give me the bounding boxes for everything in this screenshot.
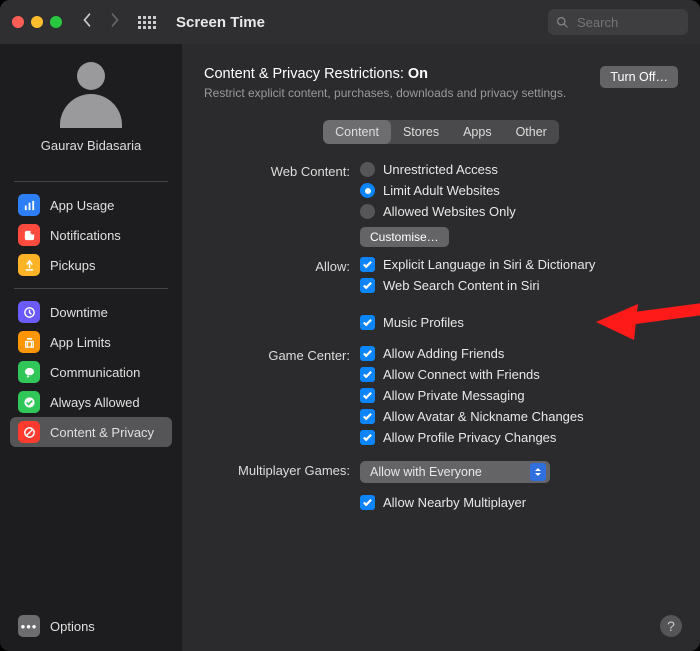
sidebar-item-label: Communication: [50, 365, 140, 380]
sidebar-item-always-allowed[interactable]: Always Allowed: [10, 387, 172, 417]
label-web-content: Web Content:: [204, 162, 350, 253]
label-multiplayer: Multiplayer Games:: [204, 461, 350, 510]
content-pane: Content & Privacy Restrictions: On Restr…: [182, 44, 700, 651]
sidebar-item-label: Content & Privacy: [50, 425, 154, 440]
sidebar-item-app-limits[interactable]: App Limits: [10, 327, 172, 357]
check-nearby-multiplayer[interactable]: Allow Nearby Multiplayer: [360, 495, 678, 510]
sidebar-item-label: Pickups: [50, 258, 96, 273]
customise-button[interactable]: Customise…: [360, 227, 449, 247]
tab-other[interactable]: Other: [504, 120, 559, 144]
options-icon: •••: [18, 615, 40, 637]
check-label: Allow Connect with Friends: [383, 367, 540, 382]
radio-limit-adult[interactable]: Limit Adult Websites: [360, 183, 678, 198]
tab-bar: Content Stores Apps Other: [323, 120, 559, 144]
fullscreen-window-icon[interactable]: [50, 16, 62, 28]
check-private-messaging[interactable]: Allow Private Messaging: [360, 388, 678, 403]
forward-button: [106, 12, 124, 33]
check-music-profiles[interactable]: Music Profiles: [360, 315, 678, 330]
check-label: Explicit Language in Siri & Dictionary: [383, 257, 595, 272]
radio-unrestricted[interactable]: Unrestricted Access: [360, 162, 678, 177]
sidebar-item-pickups[interactable]: Pickups: [10, 250, 172, 280]
search-input[interactable]: [575, 14, 675, 31]
check-profile-privacy[interactable]: Allow Profile Privacy Changes: [360, 430, 678, 445]
app-usage-icon: [18, 194, 40, 216]
radio-label: Unrestricted Access: [383, 162, 498, 177]
traffic-lights: [12, 16, 62, 28]
radio-label: Allowed Websites Only: [383, 204, 516, 219]
tab-stores[interactable]: Stores: [391, 120, 451, 144]
multiplayer-select[interactable]: Allow with Everyone: [360, 461, 550, 483]
checkbox-icon: [360, 495, 375, 510]
turn-off-button[interactable]: Turn Off…: [600, 66, 678, 88]
downtime-icon: [18, 301, 40, 323]
checkbox-icon: [360, 367, 375, 382]
sidebar-item-notifications[interactable]: Notifications: [10, 220, 172, 250]
check-connect-friends[interactable]: Allow Connect with Friends: [360, 367, 678, 382]
checkbox-icon: [360, 409, 375, 424]
label-game-center: Game Center:: [204, 346, 350, 445]
radio-label: Limit Adult Websites: [383, 183, 500, 198]
sidebar: Gaurav Bidasaria App Usage Notifications…: [0, 44, 182, 651]
sidebar-item-app-usage[interactable]: App Usage: [10, 190, 172, 220]
notifications-icon: [18, 224, 40, 246]
search-icon: [556, 16, 569, 29]
updown-icon: [530, 463, 546, 481]
checkbox-icon: [360, 315, 375, 330]
back-button[interactable]: [78, 12, 96, 33]
sidebar-item-content-privacy[interactable]: Content & Privacy: [10, 417, 172, 447]
check-explicit-language[interactable]: Explicit Language in Siri & Dictionary: [360, 257, 678, 272]
check-label: Music Profiles: [383, 315, 464, 330]
checkbox-icon: [360, 278, 375, 293]
tab-apps[interactable]: Apps: [451, 120, 504, 144]
search-field[interactable]: [548, 9, 688, 35]
check-label: Allow Private Messaging: [383, 388, 525, 403]
label-allow: Allow:: [204, 257, 350, 330]
content-privacy-icon: [18, 421, 40, 443]
check-label: Allow Adding Friends: [383, 346, 504, 361]
checkbox-icon: [360, 430, 375, 445]
page-subtitle: Restrict explicit content, purchases, do…: [204, 86, 590, 100]
checkbox-icon: [360, 346, 375, 361]
divider: [14, 288, 168, 289]
toolbar: Screen Time: [0, 0, 700, 44]
sidebar-item-label: App Usage: [50, 198, 114, 213]
username-label: Gaurav Bidasaria: [41, 138, 141, 153]
communication-icon: [18, 361, 40, 383]
sidebar-item-communication[interactable]: Communication: [10, 357, 172, 387]
check-label: Allow Profile Privacy Changes: [383, 430, 556, 445]
sidebar-item-options[interactable]: ••• Options: [10, 611, 172, 641]
radio-allowed-only[interactable]: Allowed Websites Only: [360, 204, 678, 219]
pickups-icon: [18, 254, 40, 276]
sidebar-item-label: Options: [50, 619, 95, 634]
check-label: Allow Avatar & Nickname Changes: [383, 409, 584, 424]
minimize-window-icon[interactable]: [31, 16, 43, 28]
sidebar-item-label: Downtime: [50, 305, 108, 320]
radio-icon: [360, 162, 375, 177]
sidebar-item-label: Always Allowed: [50, 395, 140, 410]
help-button[interactable]: ?: [660, 615, 682, 637]
check-label: Web Search Content in Siri: [383, 278, 540, 293]
sidebar-item-label: App Limits: [50, 335, 111, 350]
divider: [14, 181, 168, 182]
page-title: Content & Privacy Restrictions: On: [204, 66, 590, 82]
sidebar-item-downtime[interactable]: Downtime: [10, 297, 172, 327]
radio-icon: [360, 183, 375, 198]
show-all-icon[interactable]: [138, 16, 156, 29]
check-avatar-nickname[interactable]: Allow Avatar & Nickname Changes: [360, 409, 678, 424]
always-allowed-icon: [18, 391, 40, 413]
app-limits-icon: [18, 331, 40, 353]
avatar: [56, 58, 126, 128]
check-add-friends[interactable]: Allow Adding Friends: [360, 346, 678, 361]
checkbox-icon: [360, 257, 375, 272]
window-title: Screen Time: [176, 14, 265, 31]
window: Screen Time Gaurav Bidasaria App Usage: [0, 0, 700, 651]
radio-icon: [360, 204, 375, 219]
tab-content[interactable]: Content: [323, 120, 391, 144]
checkbox-icon: [360, 388, 375, 403]
check-label: Allow Nearby Multiplayer: [383, 495, 526, 510]
check-web-search-siri[interactable]: Web Search Content in Siri: [360, 278, 678, 293]
select-value: Allow with Everyone: [370, 465, 482, 479]
sidebar-item-label: Notifications: [50, 228, 121, 243]
close-window-icon[interactable]: [12, 16, 24, 28]
